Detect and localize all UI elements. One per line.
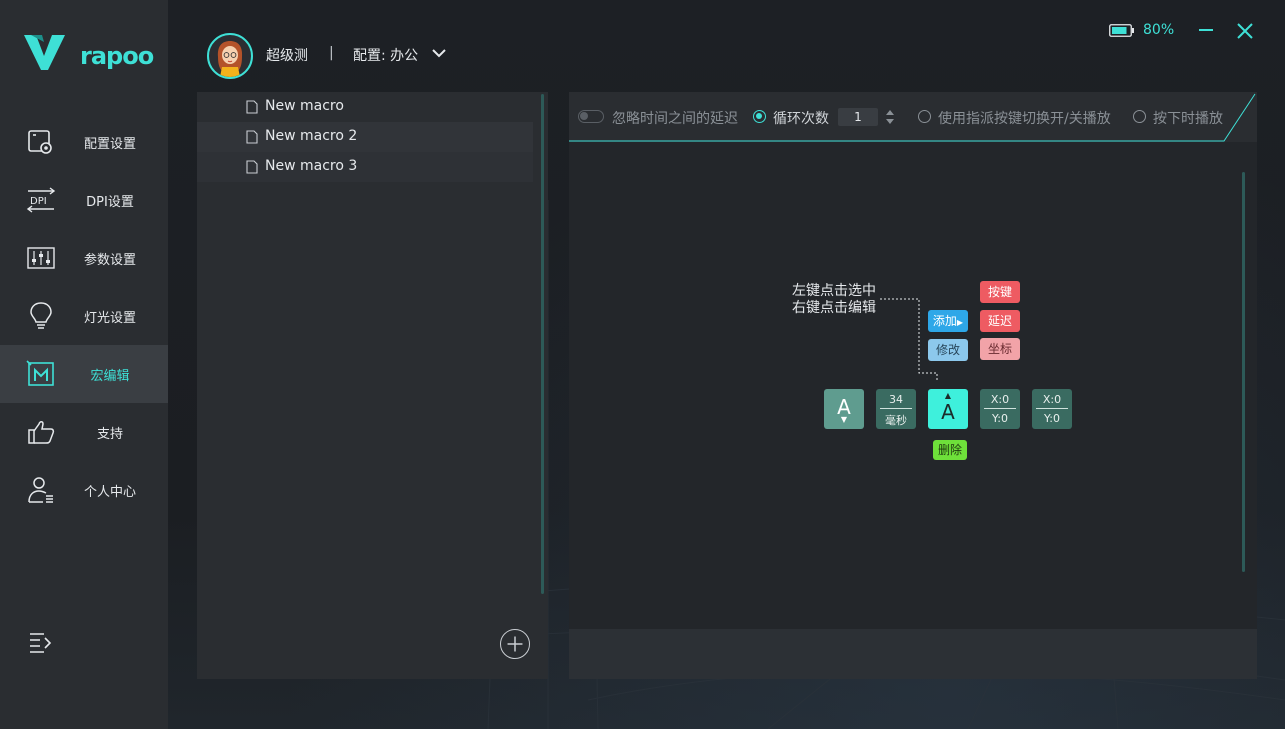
file-icon (246, 130, 258, 144)
sidebar: rapoo 配置设置 DPI DPI设置 参数设置 灯光设置 宏编辑 支持 个人… (0, 0, 168, 729)
thumbs-up-icon (28, 421, 55, 444)
macro-list-panel: New macro New macro 2 New macro 3 (197, 92, 548, 679)
config-icon (28, 130, 52, 154)
editor-scrollbar[interactable] (1242, 172, 1245, 572)
delay-option-button[interactable]: 延迟 (980, 310, 1020, 332)
macro-coordinate-tile[interactable]: X:0 Y:0 (1032, 389, 1072, 429)
key-option-button[interactable]: 按键 (980, 281, 1020, 303)
tile-divider (880, 408, 912, 409)
avatar-portrait-icon (217, 41, 243, 77)
ignore-delay-toggle[interactable] (578, 110, 604, 123)
macro-editor-panel: 忽略时间之间的延迟 循环次数 1 使用指派按键切换开/关播放 按下时播放 左键点… (569, 92, 1257, 679)
collapse-menu-icon[interactable] (28, 630, 54, 656)
loop-count-input[interactable]: 1 (838, 108, 878, 126)
battery-icon (1109, 24, 1134, 37)
dpi-icon: DPI (26, 187, 56, 213)
svg-text:DPI: DPI (30, 196, 47, 207)
key-up-arrow-icon: ▲ (944, 391, 952, 400)
list-item[interactable]: New macro 2 (197, 122, 533, 152)
sidebar-item-profile[interactable]: 个人中心 (0, 461, 168, 519)
tile-divider (1036, 408, 1068, 409)
hint-left-click: 左键点击选中 (792, 283, 876, 299)
sliders-icon (27, 247, 55, 269)
add-macro-button[interactable] (500, 629, 530, 659)
sidebar-item-macro[interactable]: 宏编辑 (0, 345, 168, 403)
hold-play-radio[interactable] (1133, 110, 1146, 123)
macro-key-tile[interactable]: A ▼ (824, 389, 864, 429)
playback-toolbar: 忽略时间之间的延迟 循环次数 1 使用指派按键切换开/关播放 按下时播放 (569, 92, 1257, 142)
loop-count-radio[interactable] (753, 110, 766, 123)
hold-play-label: 按下时播放 (1153, 111, 1223, 127)
macro-name: New macro 3 (265, 158, 358, 174)
brand-wordmark: rapoo (80, 42, 154, 70)
hint-right-click: 右键点击编辑 (792, 300, 876, 316)
header-separator: | (329, 45, 334, 61)
close-icon[interactable] (1235, 21, 1255, 41)
minimize-icon[interactable] (1197, 20, 1215, 40)
chevron-down-icon[interactable] (431, 46, 447, 60)
sidebar-item-label: 参数设置 (84, 252, 137, 268)
sidebar-item-support[interactable]: 支持 (0, 403, 168, 461)
add-button[interactable]: 添加▶ (928, 310, 968, 332)
profile-selector-label[interactable]: 配置: 办公 (353, 45, 418, 65)
loop-count-label: 循环次数 (773, 111, 829, 127)
caret-right-icon: ▶ (956, 318, 964, 327)
list-scrollbar[interactable] (541, 94, 544, 594)
ignore-delay-label: 忽略时间之间的延迟 (612, 111, 738, 127)
macro-key-tile-selected[interactable]: ▲ A (928, 389, 968, 429)
toggle-play-radio[interactable] (918, 110, 931, 123)
sidebar-item-label: 灯光设置 (84, 310, 137, 326)
key-down-arrow-icon: ▼ (840, 415, 848, 424)
user-icon (28, 477, 53, 503)
macro-delay-tile[interactable]: 34 毫秒 (876, 389, 916, 429)
file-icon (246, 100, 258, 114)
battery-percent: 80% (1143, 22, 1175, 38)
coordinate-option-button[interactable]: 坐标 (980, 338, 1020, 360)
delete-button[interactable]: 删除 (933, 440, 967, 460)
username: 超级测 (266, 48, 308, 64)
macro-coordinate-tile[interactable]: X:0 Y:0 (980, 389, 1020, 429)
list-item[interactable]: New macro (197, 92, 533, 122)
sidebar-item-label: 配置设置 (84, 136, 137, 152)
list-item[interactable]: New macro 3 (197, 152, 533, 182)
tile-divider (984, 408, 1016, 409)
sidebar-item-config[interactable]: 配置设置 (0, 113, 168, 171)
sidebar-item-label: 支持 (96, 426, 123, 442)
sidebar-item-label: 宏编辑 (90, 368, 130, 384)
macro-name: New macro 2 (265, 128, 358, 144)
spinner-arrows-icon[interactable] (884, 108, 896, 126)
sidebar-item-dpi[interactable]: DPI DPI设置 (0, 171, 168, 229)
file-icon (246, 160, 258, 174)
macro-icon (26, 360, 54, 386)
sidebar-item-label: 个人中心 (84, 484, 137, 500)
rapoo-logo-icon (24, 35, 65, 70)
sidebar-item-params[interactable]: 参数设置 (0, 229, 168, 287)
sidebar-item-lighting[interactable]: 灯光设置 (0, 287, 168, 345)
avatar[interactable] (207, 33, 253, 79)
macro-name: New macro (265, 98, 344, 114)
editor-footer-bar (569, 629, 1257, 679)
sidebar-item-label: DPI设置 (86, 194, 134, 210)
sidebar-nav: 配置设置 DPI DPI设置 参数设置 灯光设置 宏编辑 支持 个人中心 (0, 113, 168, 519)
modify-button[interactable]: 修改 (928, 339, 968, 361)
toggle-play-label: 使用指派按键切换开/关播放 (938, 111, 1111, 127)
lightbulb-icon (30, 302, 52, 329)
